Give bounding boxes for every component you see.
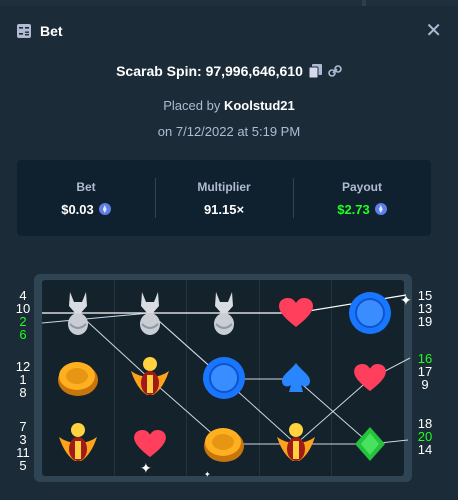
gold-coin-icon xyxy=(194,414,254,474)
sparkle-icon: ✦ xyxy=(204,470,211,479)
left-payline-group-top: 4 10 2 6 xyxy=(14,289,32,341)
payline-number: 14 xyxy=(417,442,433,457)
heart-icon xyxy=(266,283,326,343)
sparkle-icon: ✦ xyxy=(140,460,152,476)
payline-number: 8 xyxy=(19,385,27,400)
sparkle-icon: ✦ xyxy=(400,292,412,308)
heart-icon xyxy=(340,348,400,408)
payline-number: 19 xyxy=(417,314,433,329)
scarab-icon xyxy=(120,348,180,408)
left-payline-group-middle: 12 1 8 xyxy=(14,360,32,399)
green-diamond-icon xyxy=(340,414,400,474)
cat-statue-icon xyxy=(48,283,108,343)
scarab-icon xyxy=(48,414,108,474)
spade-icon xyxy=(266,348,326,408)
gold-coin-icon xyxy=(48,348,108,408)
payline-number: 9 xyxy=(421,377,429,392)
left-payline-group-bottom: 7 3 11 5 xyxy=(14,420,32,472)
right-payline-group-bottom: 18 20 14 xyxy=(416,417,434,456)
payline-number-win: 6 xyxy=(19,327,27,342)
blue-gem-icon xyxy=(194,348,254,408)
cat-statue-icon xyxy=(120,283,180,343)
right-payline-group-middle: 16 17 9 xyxy=(416,352,434,391)
right-payline-group-top: 15 13 19 xyxy=(416,289,434,328)
blue-gem-icon xyxy=(340,283,400,343)
scarab-icon xyxy=(266,414,326,474)
payline-number: 5 xyxy=(19,458,27,473)
cat-statue-icon xyxy=(194,283,254,343)
